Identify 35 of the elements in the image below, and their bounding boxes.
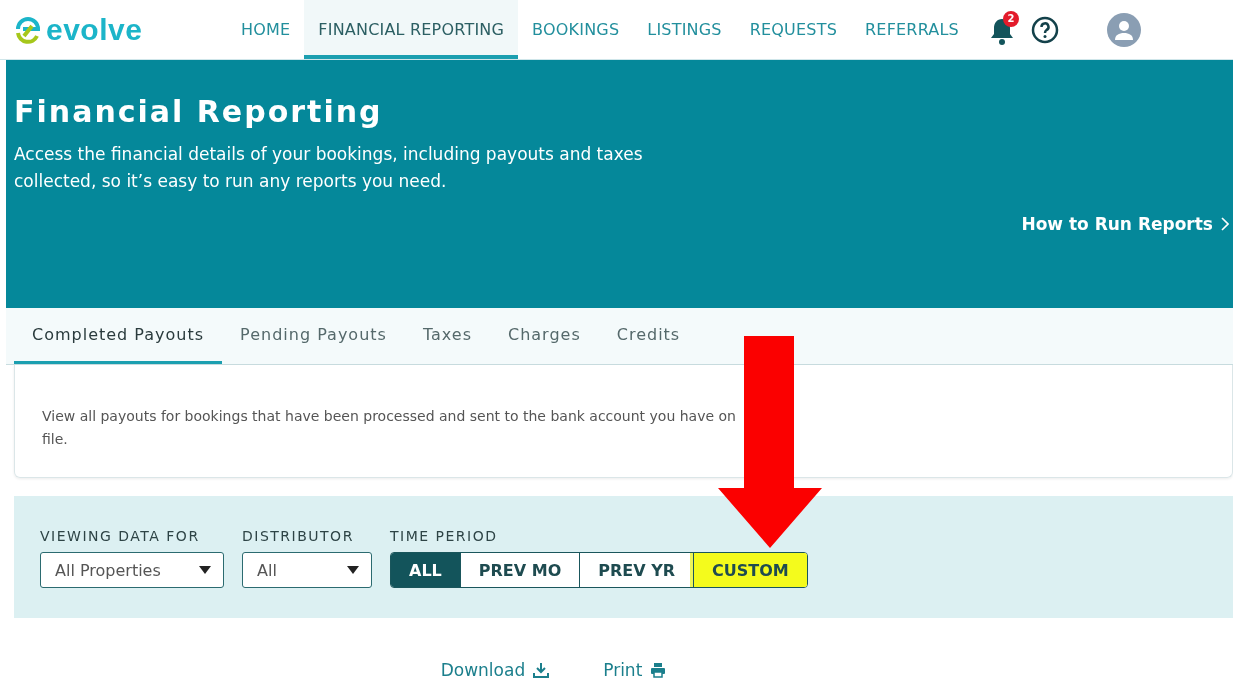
print-link[interactable]: Print bbox=[603, 660, 667, 680]
chevron-icon bbox=[1221, 217, 1229, 231]
how-to-link[interactable]: How to Run Reports bbox=[1021, 214, 1229, 234]
caret-icon bbox=[347, 566, 359, 574]
page-title: Financial Reporting bbox=[14, 94, 384, 129]
report-tab[interactable]: Taxes bbox=[404, 308, 490, 364]
report-tab[interactable]: Credits bbox=[598, 308, 699, 364]
dropdown[interactable]: All bbox=[242, 552, 372, 588]
help-icon[interactable] bbox=[1031, 15, 1059, 44]
bell-icon[interactable] bbox=[989, 16, 1015, 45]
download-icon bbox=[533, 662, 550, 678]
user-avatar[interactable] bbox=[1107, 12, 1141, 47]
logo-icon bbox=[14, 15, 42, 44]
filter-label: TIME PERIOD bbox=[390, 528, 499, 544]
dropdown[interactable]: All Properties bbox=[40, 552, 224, 588]
nav-item[interactable]: REFERRALS bbox=[851, 0, 973, 59]
download-link[interactable]: Download bbox=[440, 660, 550, 680]
filter-label: VIEWING DATA FOR bbox=[40, 528, 201, 544]
info-text: View all payouts for bookings that have been processed and sent to the bank account you have on file. bbox=[42, 407, 737, 449]
time-period-button[interactable]: CUSTOM bbox=[693, 553, 807, 587]
time-period-button[interactable]: ALL bbox=[391, 553, 460, 587]
report-tab[interactable]: Charges bbox=[490, 308, 599, 364]
nav-item[interactable]: HOME bbox=[227, 0, 305, 59]
user-icon bbox=[1114, 19, 1134, 40]
hero-description: Access the financial details of your bookings, including payouts and taxes collected, so it’s easy to run any reports you need. bbox=[14, 143, 644, 193]
nav-item[interactable]: FINANCIAL REPORTING bbox=[304, 0, 519, 59]
report-tab[interactable]: Pending Payouts bbox=[222, 308, 405, 364]
nav-item[interactable]: BOOKINGS bbox=[518, 0, 634, 59]
printer-icon bbox=[650, 662, 667, 678]
nav-item[interactable]: REQUESTS bbox=[735, 0, 852, 59]
notification-badge: 2 bbox=[1003, 10, 1019, 27]
nav-item[interactable]: LISTINGS bbox=[633, 0, 736, 59]
caret-icon bbox=[199, 566, 211, 574]
report-tab[interactable]: Completed Payouts bbox=[14, 308, 223, 364]
filter-label: DISTRIBUTOR bbox=[242, 528, 355, 544]
